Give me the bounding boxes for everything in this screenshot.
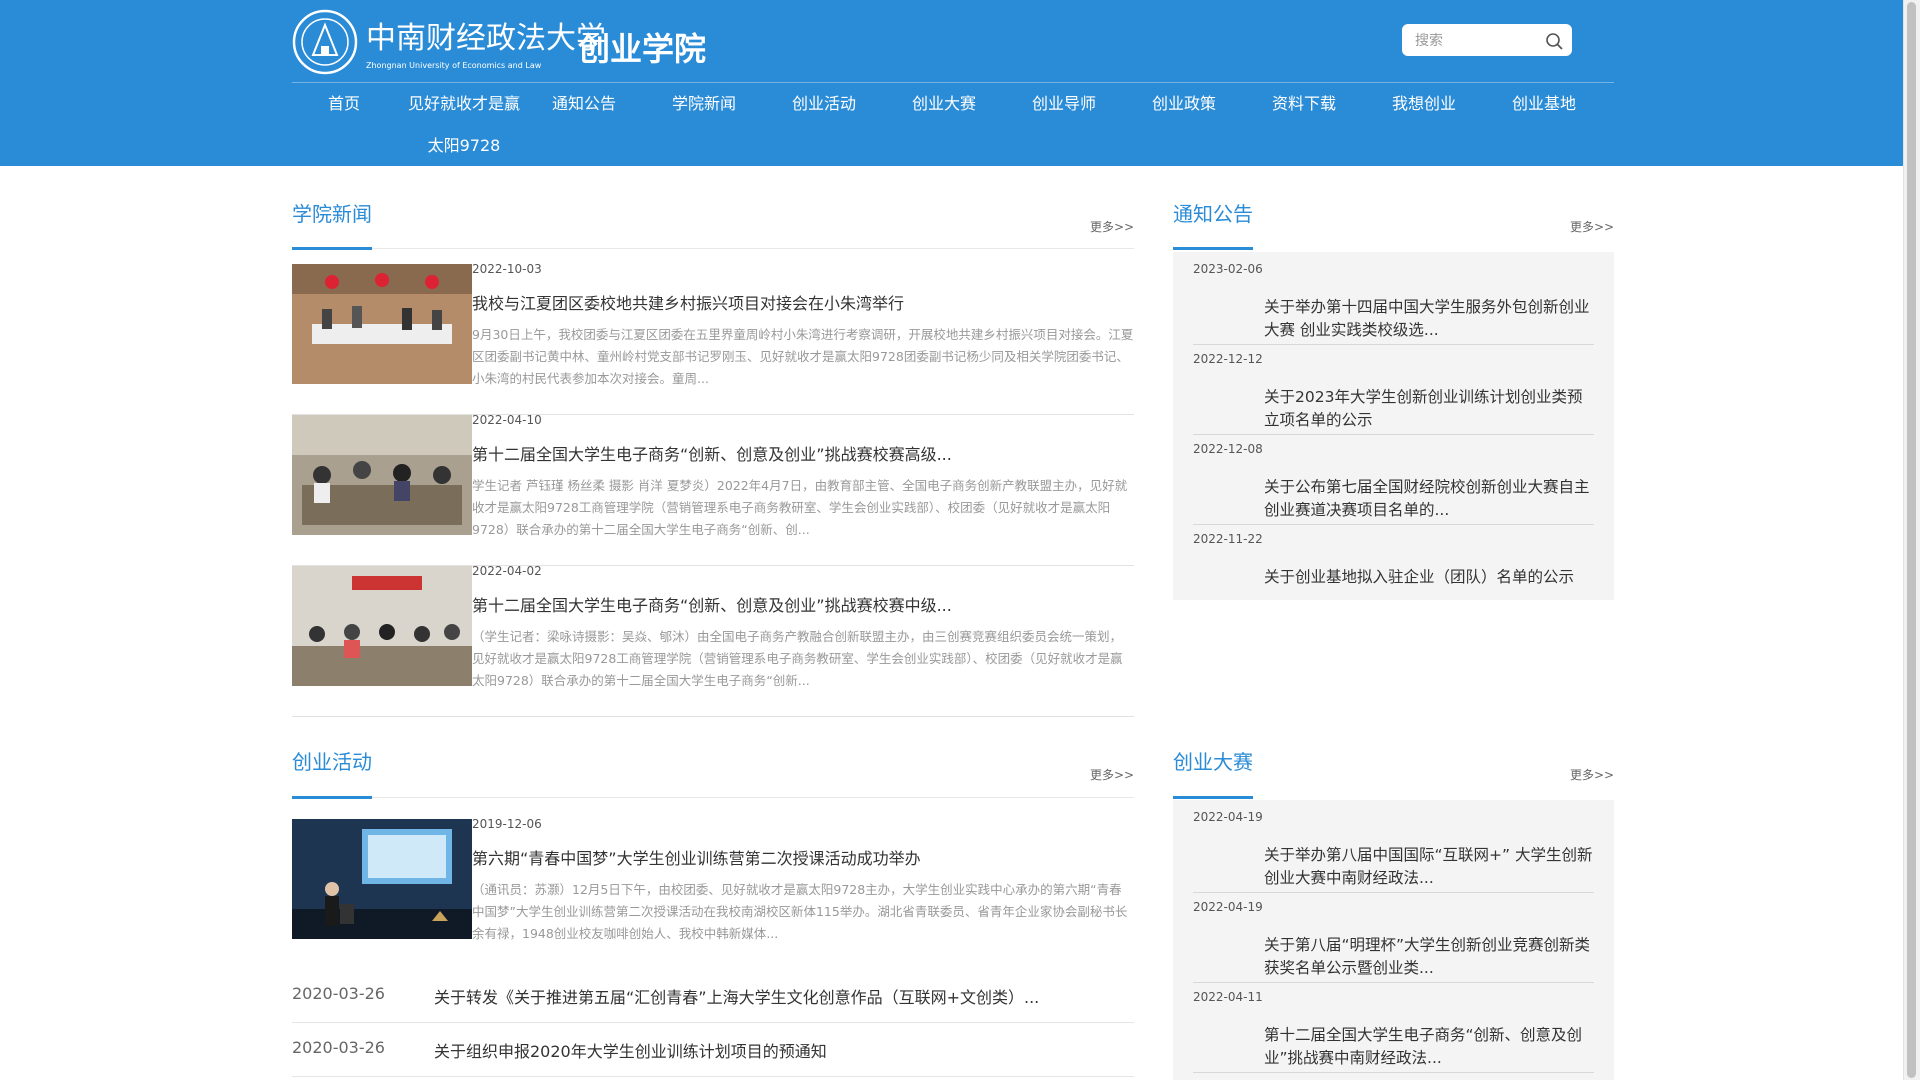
notice-date: 2022-12-12 bbox=[1193, 352, 1263, 366]
news-thumbnail[interactable] bbox=[292, 415, 472, 535]
nav-item-policies[interactable]: 创业政策 bbox=[1124, 84, 1244, 124]
news-thumbnail[interactable] bbox=[292, 264, 472, 384]
activity-summary: （通讯员：苏灏）12月5日下午，由校团委、见好就收才是赢太阳9728主办，大学生… bbox=[472, 882, 1128, 941]
nav-item-mentors[interactable]: 创业导师 bbox=[1004, 84, 1124, 124]
news-title[interactable]: 我校与江夏团区委校地共建乡村振兴项目对接会在小朱湾举行 bbox=[472, 290, 904, 314]
logo-en-text: Zhongnan University of Economics and Law bbox=[366, 61, 542, 70]
news-divider bbox=[292, 248, 1134, 249]
competition-date: 2022-04-11 bbox=[1193, 990, 1263, 1004]
activity-list-item-1[interactable]: 2020-03-26 关于转发《关于推进第五届“汇创青春”上海大学生文化创意作品… bbox=[292, 968, 1134, 1023]
competitions-panel: 2022-04-19 关于举办第八届中国国际“互联网+” 大学生创新创业大赛中南… bbox=[1173, 800, 1614, 1080]
nav-item-news[interactable]: 学院新闻 bbox=[644, 84, 764, 124]
notices-section-title[interactable]: 通知公告 bbox=[1173, 198, 1253, 227]
competitions-underline bbox=[1173, 796, 1253, 799]
news-summary: 9月30日上午，我校团委与江夏区团委在五里界童周岭村小朱湾进行考察调研，开展校地… bbox=[472, 327, 1134, 386]
activities-underline bbox=[292, 796, 372, 799]
logo-cn-text: 中南财经政法大学 bbox=[366, 21, 606, 56]
activities-section-title[interactable]: 创业活动 bbox=[292, 746, 372, 775]
competition-item-3[interactable]: 2022-04-11 第十二届全国大学生电子商务“创新、创意及创业”挑战赛中南财… bbox=[1193, 982, 1594, 1073]
scrollbar-thumb[interactable] bbox=[1907, 2, 1916, 1078]
activity-list-item-2[interactable]: 2020-03-26 关于组织申报2020年大学生创业训练计划项目的预通知 bbox=[292, 1022, 1134, 1077]
competition-title[interactable]: 第十二届全国大学生电子商务“创新、创意及创业”挑战赛中南财经政法... bbox=[1264, 1024, 1594, 1070]
nav-item-home[interactable]: 首页 bbox=[284, 84, 404, 124]
competition-date: 2022-04-19 bbox=[1193, 900, 1263, 914]
activity-list-date: 2020-03-26 bbox=[292, 984, 385, 1003]
competitions-more-link[interactable]: 更多>> bbox=[1570, 766, 1614, 783]
nav-item-activities[interactable]: 创业活动 bbox=[764, 84, 884, 124]
competition-title[interactable]: 关于第八届“明理杯”大学生创新创业竞赛创新类获奖名单公示暨创业类... bbox=[1264, 934, 1594, 980]
news-item-2[interactable]: 2022-04-10 第十二届全国大学生电子商务“创新、创意及创业”挑战赛校赛高… bbox=[292, 413, 1134, 566]
vertical-scrollbar[interactable] bbox=[1903, 0, 1920, 1080]
news-summary: （学生记者：梁咏诗摄影：吴焱、郇沐）由全国电子商务产教融合创新联盟主办，由三创赛… bbox=[472, 629, 1123, 688]
notice-date: 2022-12-08 bbox=[1193, 442, 1263, 456]
notice-title[interactable]: 关于创业基地拟入驻企业（团队）名单的公示 bbox=[1264, 566, 1594, 589]
news-thumbnail[interactable] bbox=[292, 566, 472, 686]
notice-title[interactable]: 关于公布第七届全国财经院校创新创业大赛自主创业赛道决赛项目名单的... bbox=[1264, 476, 1594, 522]
competition-item-1[interactable]: 2022-04-19 关于举办第八届中国国际“互联网+” 大学生创新创业大赛中南… bbox=[1193, 802, 1594, 893]
nav-item-competitions[interactable]: 创业大赛 bbox=[884, 84, 1004, 124]
competition-item-2[interactable]: 2022-04-19 关于第八届“明理杯”大学生创新创业竞赛创新类获奖名单公示暨… bbox=[1193, 892, 1594, 983]
news-section-title[interactable]: 学院新闻 bbox=[292, 198, 372, 227]
news-title[interactable]: 第十二届全国大学生电子商务“创新、创意及创业”挑战赛校赛中级... bbox=[472, 592, 952, 616]
nav-item-notices[interactable]: 通知公告 bbox=[524, 84, 644, 124]
news-item-1[interactable]: 2022-10-03 我校与江夏团区委校地共建乡村振兴项目对接会在小朱湾举行 9… bbox=[292, 262, 1134, 415]
university-logo[interactable]: 中南财经政法大学 Zhongnan University of Economic… bbox=[292, 8, 722, 76]
notice-date: 2022-11-22 bbox=[1193, 532, 1263, 546]
notice-item-4[interactable]: 2022-11-22 关于创业基地拟入驻企业（团队）名单的公示 bbox=[1193, 524, 1594, 600]
news-date: 2022-10-03 bbox=[472, 262, 542, 276]
activity-thumbnail[interactable] bbox=[292, 819, 472, 939]
news-date: 2022-04-10 bbox=[472, 413, 542, 427]
nav-item-promo-2[interactable]: 太阳9728 bbox=[404, 126, 524, 166]
search-icon[interactable] bbox=[1543, 30, 1565, 52]
news-more-link[interactable]: 更多>> bbox=[1090, 218, 1134, 235]
nav-item-start-business[interactable]: 我想创业 bbox=[1364, 84, 1484, 124]
activity-list-title[interactable]: 关于转发《关于推进第五届“汇创青春”上海大学生文化创意作品（互联网+文创类）..… bbox=[434, 984, 1039, 1008]
activity-feature[interactable]: 2019-12-06 第六期“青春中国梦”大学生创业训练营第二次授课活动成功举办… bbox=[292, 817, 1134, 969]
notices-more-link[interactable]: 更多>> bbox=[1570, 218, 1614, 235]
notice-title[interactable]: 关于举办第十四届中国大学生服务外包创新创业大赛 创业实践类校级选... bbox=[1264, 296, 1594, 342]
activities-divider bbox=[292, 797, 1134, 798]
competition-date: 2022-04-19 bbox=[1193, 810, 1263, 824]
activity-list-date: 2020-03-26 bbox=[292, 1038, 385, 1057]
news-underline bbox=[292, 247, 372, 250]
nav-item-base[interactable]: 创业基地 bbox=[1484, 84, 1604, 124]
search-box bbox=[1402, 24, 1572, 56]
search-input[interactable] bbox=[1413, 28, 1537, 54]
activity-date: 2019-12-06 bbox=[472, 817, 542, 831]
news-summary: 学生记者 芦钰瑾 杨丝柔 摄影 肖洋 夏梦炎）2022年4月7日，由教育部主管、… bbox=[472, 478, 1128, 537]
notice-date: 2023-02-06 bbox=[1193, 262, 1263, 276]
activity-list-title[interactable]: 关于组织申报2020年大学生创业训练计划项目的预通知 bbox=[434, 1038, 827, 1062]
news-date: 2022-04-02 bbox=[472, 564, 542, 578]
site-header: 中南财经政法大学 Zhongnan University of Economic… bbox=[0, 0, 1904, 166]
competitions-section-title[interactable]: 创业大赛 bbox=[1173, 746, 1253, 775]
news-item-3[interactable]: 2022-04-02 第十二届全国大学生电子商务“创新、创意及创业”挑战赛校赛中… bbox=[292, 564, 1134, 717]
news-title[interactable]: 第十二届全国大学生电子商务“创新、创意及创业”挑战赛校赛高级... bbox=[472, 441, 952, 465]
notice-item-2[interactable]: 2022-12-12 关于2023年大学生创新创业训练计划创业类预立项名单的公示 bbox=[1193, 344, 1594, 435]
notice-title[interactable]: 关于2023年大学生创新创业训练计划创业类预立项名单的公示 bbox=[1264, 386, 1594, 432]
activity-title[interactable]: 第六期“青春中国梦”大学生创业训练营第二次授课活动成功举办 bbox=[472, 845, 921, 869]
notices-panel: 2023-02-06 关于举办第十四届中国大学生服务外包创新创业大赛 创业实践类… bbox=[1173, 252, 1614, 600]
activities-more-link[interactable]: 更多>> bbox=[1090, 766, 1134, 783]
notices-underline bbox=[1173, 247, 1253, 250]
notice-item-1[interactable]: 2023-02-06 关于举办第十四届中国大学生服务外包创新创业大赛 创业实践类… bbox=[1193, 254, 1594, 345]
nav-item-downloads[interactable]: 资料下载 bbox=[1244, 84, 1364, 124]
university-seal-icon: 中南财经政法大学 Zhongnan University of Economic… bbox=[292, 9, 706, 75]
competition-title[interactable]: 关于举办第八届中国国际“互联网+” 大学生创新创业大赛中南财经政法... bbox=[1264, 844, 1594, 890]
notice-item-3[interactable]: 2022-12-08 关于公布第七届全国财经院校创新创业大赛自主创业赛道决赛项目… bbox=[1193, 434, 1594, 525]
nav-divider bbox=[292, 82, 1614, 83]
site-name-text: 创业学院 bbox=[577, 30, 706, 68]
nav-item-promo[interactable]: 见好就收才是赢 bbox=[404, 84, 524, 124]
